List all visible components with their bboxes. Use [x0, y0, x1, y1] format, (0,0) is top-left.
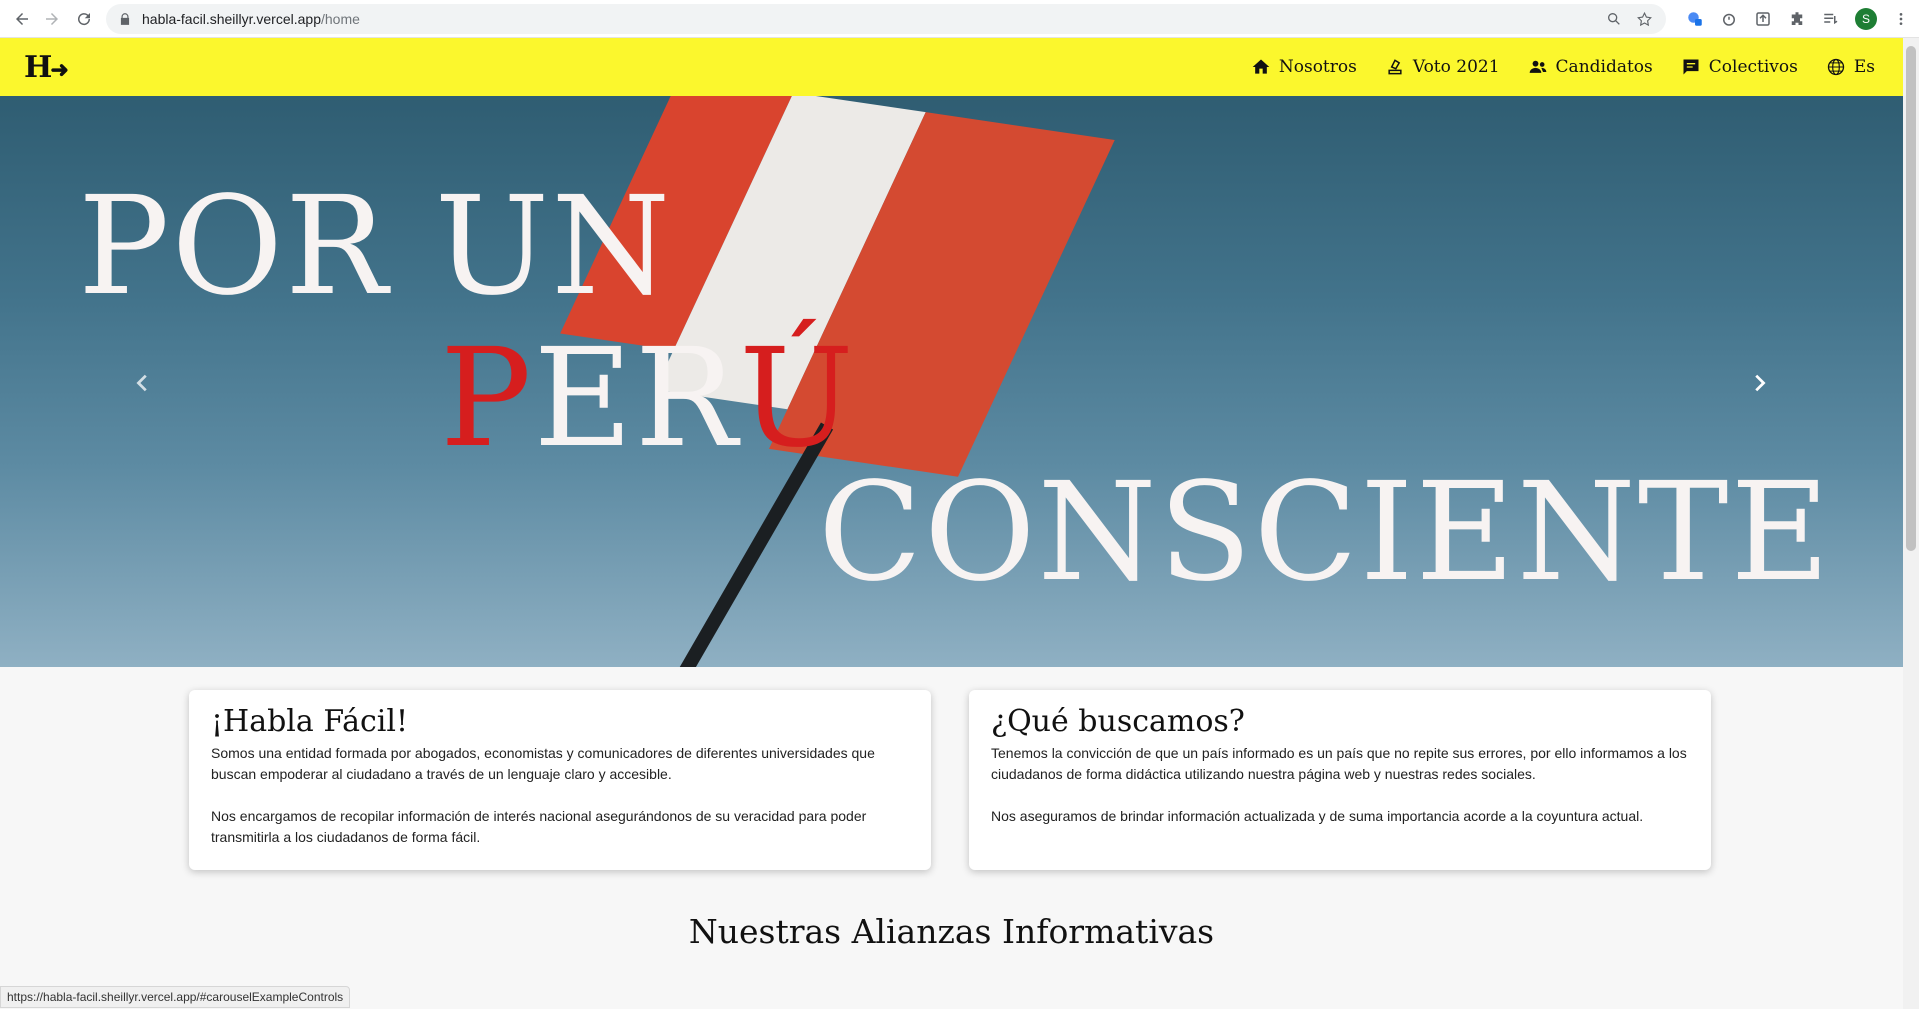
globe-icon: [1827, 58, 1845, 76]
menu-item-language[interactable]: Es: [1826, 57, 1875, 77]
site-navbar: H➜ Nosotros Voto 2021 Candidatos Colecti…: [0, 38, 1903, 96]
zoom-icon[interactable]: [1604, 9, 1624, 29]
hero-line-2: PERÚ: [440, 320, 856, 478]
goals-card-title: ¿Qué buscamos?: [991, 704, 1245, 739]
about-card-paragraph-2: Nos encargamos de recopilar información …: [211, 808, 867, 845]
carousel-next-button[interactable]: [1744, 368, 1774, 398]
chat-icon: [1683, 59, 1699, 75]
logo-text: H: [24, 50, 52, 85]
reading-list-icon[interactable]: [1821, 9, 1841, 29]
status-url-bubble: https://habla-facil.sheillyr.vercel.app/…: [0, 986, 351, 1008]
hero-letters-er: ER: [533, 320, 740, 478]
url-path: /home: [320, 11, 360, 27]
alliances-section-title: Nuestras Alianzas Informativas: [688, 912, 1215, 951]
hero-letter-p: P: [440, 320, 534, 478]
translate-extension-icon[interactable]: [1685, 9, 1705, 29]
bookmark-star-icon[interactable]: [1634, 9, 1654, 29]
menu-label: Voto 2021: [1412, 57, 1500, 77]
about-card: ¡Habla Fácil! Somos una entidad formada …: [189, 690, 931, 870]
chevron-right-icon: [1755, 374, 1766, 392]
upload-extension-icon[interactable]: [1753, 9, 1773, 29]
forward-icon[interactable]: [36, 3, 68, 35]
carousel-prev-button[interactable]: [128, 368, 158, 398]
menu-item-candidatos[interactable]: Candidatos: [1528, 57, 1653, 77]
back-icon[interactable]: [6, 3, 38, 35]
scrollbar-thumb[interactable]: [1906, 46, 1916, 551]
about-card-paragraph-1: Somos una entidad formada por abogados, …: [211, 745, 875, 782]
people-icon: [1529, 60, 1546, 73]
address-bar[interactable]: habla-facil.sheillyr.vercel.app/home: [106, 4, 1666, 34]
goals-card-paragraph-2: Nos aseguramos de brindar información ac…: [991, 808, 1644, 824]
menu-label: Colectivos: [1708, 57, 1798, 77]
menu-label: Candidatos: [1555, 57, 1653, 77]
menu-label: Nosotros: [1278, 57, 1357, 77]
chevron-left-icon: [136, 374, 147, 392]
main-menu: Nosotros Voto 2021 Candidatos Colectivos…: [1251, 38, 1875, 96]
home-icon: [1252, 59, 1270, 74]
hero-line-3: CONSCIENTE: [818, 454, 1832, 612]
kebab-menu-icon[interactable]: [1891, 9, 1911, 29]
ballot-icon: [1388, 59, 1402, 75]
profile-avatar[interactable]: S: [1855, 8, 1877, 30]
menu-label: Es: [1853, 57, 1875, 77]
puzzle-extensions-icon[interactable]: [1787, 9, 1807, 29]
hero-line-1: POR UN: [78, 168, 673, 326]
page-scrollbar[interactable]: [1903, 38, 1919, 1009]
reload-icon[interactable]: [68, 3, 100, 35]
menu-item-voto-2021[interactable]: Voto 2021: [1385, 57, 1500, 77]
goals-card-paragraph-1: Tenemos la convicción de que un país inf…: [991, 745, 1687, 782]
menu-item-nosotros[interactable]: Nosotros: [1251, 57, 1357, 77]
lock-icon: [120, 13, 130, 25]
goals-card: ¿Qué buscamos? Tenemos la convicción de …: [969, 690, 1711, 870]
site-logo[interactable]: H➜: [24, 50, 69, 85]
url-host: habla-facil.sheillyr.vercel.app: [142, 11, 321, 27]
menu-item-colectivos[interactable]: Colectivos: [1681, 57, 1798, 77]
hero-carousel: POR UN PERÚ CONSCIENTE: [0, 96, 1903, 667]
browser-toolbar: habla-facil.sheillyr.vercel.app/home S: [0, 0, 1919, 38]
timer-extension-icon[interactable]: [1719, 9, 1739, 29]
about-card-title: ¡Habla Fácil!: [211, 704, 409, 739]
